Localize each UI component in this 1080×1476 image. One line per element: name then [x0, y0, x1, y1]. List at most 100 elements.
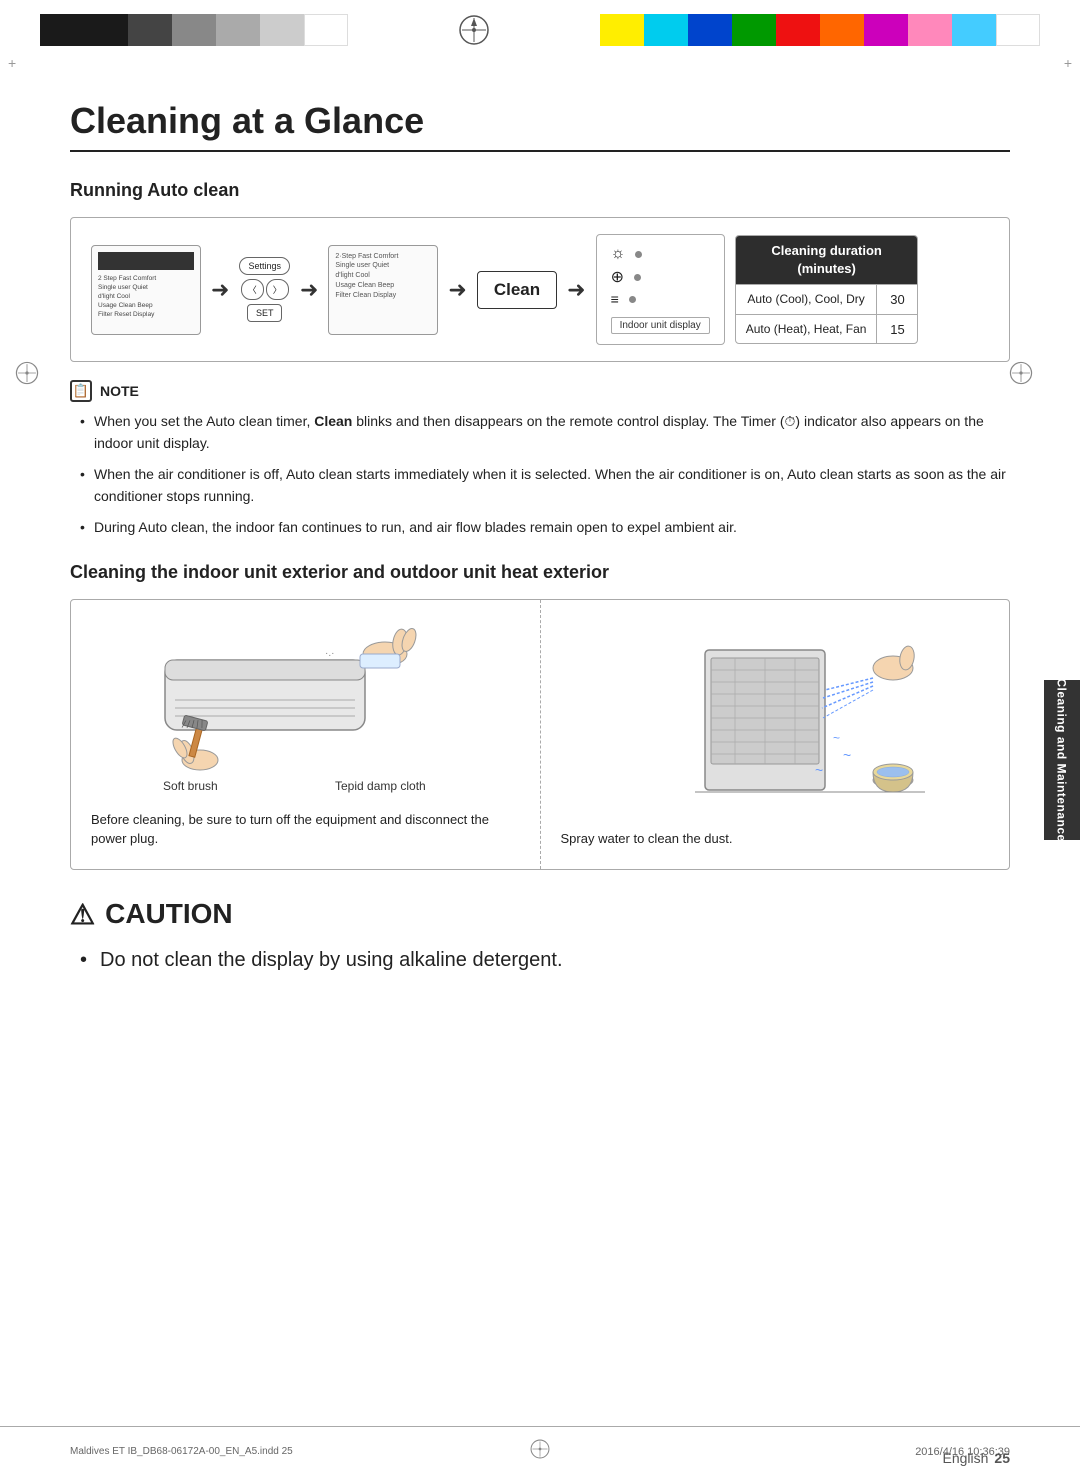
duration-header: Cleaning duration(minutes) — [736, 236, 918, 284]
page-content: Cleaning at a Glance Running Auto clean … — [0, 60, 1080, 1035]
display-icon-timer: ⊕ — [611, 267, 643, 287]
dot-2 — [634, 274, 641, 281]
note-icon: 📋 — [70, 380, 92, 402]
sidebar-tab-text: Cleaning and Maintenance — [1055, 678, 1069, 841]
color-block-gray2 — [216, 14, 260, 46]
caution-list: Do not clean the display by using alkali… — [70, 945, 1010, 975]
illus-drawing-indoor: Soft brush ·.· Tepid damp cloth — [91, 620, 520, 800]
color-blocks-left — [40, 14, 348, 46]
caution-header: ⚠ CAUTION — [70, 898, 1010, 931]
duration-mode-2: Auto (Heat), Heat, Fan — [736, 315, 878, 344]
right-compass-1 — [1008, 360, 1034, 392]
reg-mark-topright: + — [1064, 55, 1072, 71]
duration-table: Cleaning duration(minutes) Auto (Cool), … — [735, 235, 919, 345]
caution-label: CAUTION — [105, 898, 233, 930]
arrow-4: ➜ — [567, 277, 585, 303]
color-block-black2 — [84, 14, 128, 46]
caution-triangle-icon: ⚠ — [70, 898, 95, 931]
arrow-1: ➜ — [211, 277, 229, 303]
settings-button-label: Settings — [239, 257, 290, 275]
svg-text:Soft brush: Soft brush — [163, 779, 218, 793]
duration-mins-1: 30 — [877, 285, 917, 314]
caution-section: ⚠ CAUTION Do not clean the display by us… — [70, 898, 1010, 975]
display-icon-fan: ≡ — [611, 291, 643, 307]
display-icons: ☼ ⊕ ≡ — [611, 245, 643, 307]
buttons-row: Settings 〈 〉 SET — [239, 257, 290, 322]
title-divider — [70, 150, 1010, 152]
illus-caption-left: Before cleaning, be sure to turn off the… — [91, 810, 520, 849]
reg-mark-topleft: + — [8, 55, 16, 71]
footer-left: Maldives ET IB_DB68-06172A-00_EN_A5.indd… — [70, 1446, 529, 1457]
duration-mins-2: 15 — [877, 315, 917, 344]
color-block-cyan — [644, 14, 688, 46]
color-block-magenta — [864, 14, 908, 46]
note-list: When you set the Auto clean timer, Clean… — [70, 410, 1010, 538]
indoor-unit-svg: Soft brush ·.· Tepid damp cloth — [145, 620, 465, 800]
compass-icon — [348, 14, 600, 46]
note-section: 📋 NOTE When you set the Auto clean timer… — [70, 380, 1010, 538]
clean-highlight: Clean — [353, 292, 371, 299]
svg-text:·.·: ·.· — [325, 648, 334, 659]
color-block-black1 — [40, 14, 84, 46]
color-block-white2 — [996, 14, 1040, 46]
sidebar-tab-wrapper: Cleaning and Maintenance — [1044, 680, 1080, 840]
color-block-lightgray — [260, 14, 304, 46]
color-block-yellow — [600, 14, 644, 46]
clean-bold-1: Clean — [314, 413, 352, 429]
page-title: Cleaning at a Glance — [70, 100, 1010, 142]
footer-compass — [529, 1438, 551, 1466]
auto-clean-diagram: 2 Step Fast Comfort Single user Quiet d'… — [70, 217, 1010, 362]
remote-diagram-1: 2 Step Fast Comfort Single user Quiet d'… — [91, 245, 201, 335]
duration-header-text: Cleaning duration(minutes) — [771, 243, 882, 276]
clean-label-box: Clean — [477, 271, 557, 309]
page-number: 25 — [994, 1450, 1010, 1466]
top-bar — [0, 0, 1080, 60]
note-item-1: When you set the Auto clean timer, Clean… — [80, 410, 1010, 455]
remote-diagram-2: 2·Step Fast Comfort Single user Quiet d'… — [328, 245, 438, 335]
note-header: 📋 NOTE — [70, 380, 1010, 402]
color-block-orange — [820, 14, 864, 46]
caution-item-1: Do not clean the display by using alkali… — [80, 945, 1010, 975]
color-block-pink — [908, 14, 952, 46]
color-block-black3 — [128, 14, 172, 46]
svg-text:~: ~ — [815, 762, 823, 778]
note-item-2: When the air conditioner is off, Auto cl… — [80, 463, 1010, 508]
display-icon-sun: ☼ — [611, 245, 643, 263]
color-blocks-right — [600, 14, 1040, 46]
english-label: English — [943, 1450, 989, 1466]
remote-text-2: 2·Step Fast Comfort Single user Quiet d'… — [335, 252, 431, 301]
color-block-red — [776, 14, 820, 46]
color-block-blue — [688, 14, 732, 46]
footer-right: 2016/4/16 10:36:39 — [551, 1446, 1010, 1458]
color-block-white — [304, 14, 348, 46]
set-button: SET — [247, 304, 283, 322]
duration-row-2: Auto (Heat), Heat, Fan 15 — [736, 314, 918, 344]
section2-heading: Cleaning the indoor unit exterior and ou… — [70, 562, 1010, 583]
outdoor-unit-svg: ~ ~ ~ — [615, 630, 935, 810]
nav-right: 〉 — [266, 279, 289, 300]
left-compass-1 — [14, 360, 40, 392]
duration-row-1: Auto (Cool), Cool, Dry 30 — [736, 284, 918, 314]
section1-heading: Running Auto clean — [70, 180, 1010, 201]
remote-lines-1 — [98, 252, 194, 270]
dot-1 — [635, 251, 642, 258]
illus-left: Soft brush ·.· Tepid damp cloth Before c… — [71, 600, 541, 869]
indoor-label: Indoor unit display — [611, 317, 710, 334]
duration-mode-1: Auto (Cool), Cool, Dry — [736, 285, 878, 314]
illus-drawing-outdoor: ~ ~ ~ — [561, 620, 990, 820]
note-label: NOTE — [100, 383, 139, 399]
remote-text-1: 2 Step Fast Comfort Single user Quiet d'… — [98, 274, 194, 319]
color-block-gray1 — [172, 14, 216, 46]
page-number-area: English 25 — [943, 1450, 1011, 1466]
nav-left: 〈 — [241, 279, 264, 300]
arrow-2: ➜ — [300, 277, 318, 303]
note-item-3: During Auto clean, the indoor fan contin… — [80, 516, 1010, 538]
indoor-display-box: ☼ ⊕ ≡ Indoor unit display — [596, 234, 725, 345]
illus-caption-right: Spray water to clean the dust. — [561, 829, 990, 849]
svg-text:~: ~ — [833, 731, 840, 745]
bottom-bar: Maldives ET IB_DB68-06172A-00_EN_A5.indd… — [0, 1426, 1080, 1476]
dot-3 — [629, 296, 636, 303]
nav-buttons: 〈 〉 — [241, 279, 289, 300]
illus-right: ~ ~ ~ Spray water to clean the dust. — [541, 600, 1010, 869]
color-block-lightblue — [952, 14, 996, 46]
